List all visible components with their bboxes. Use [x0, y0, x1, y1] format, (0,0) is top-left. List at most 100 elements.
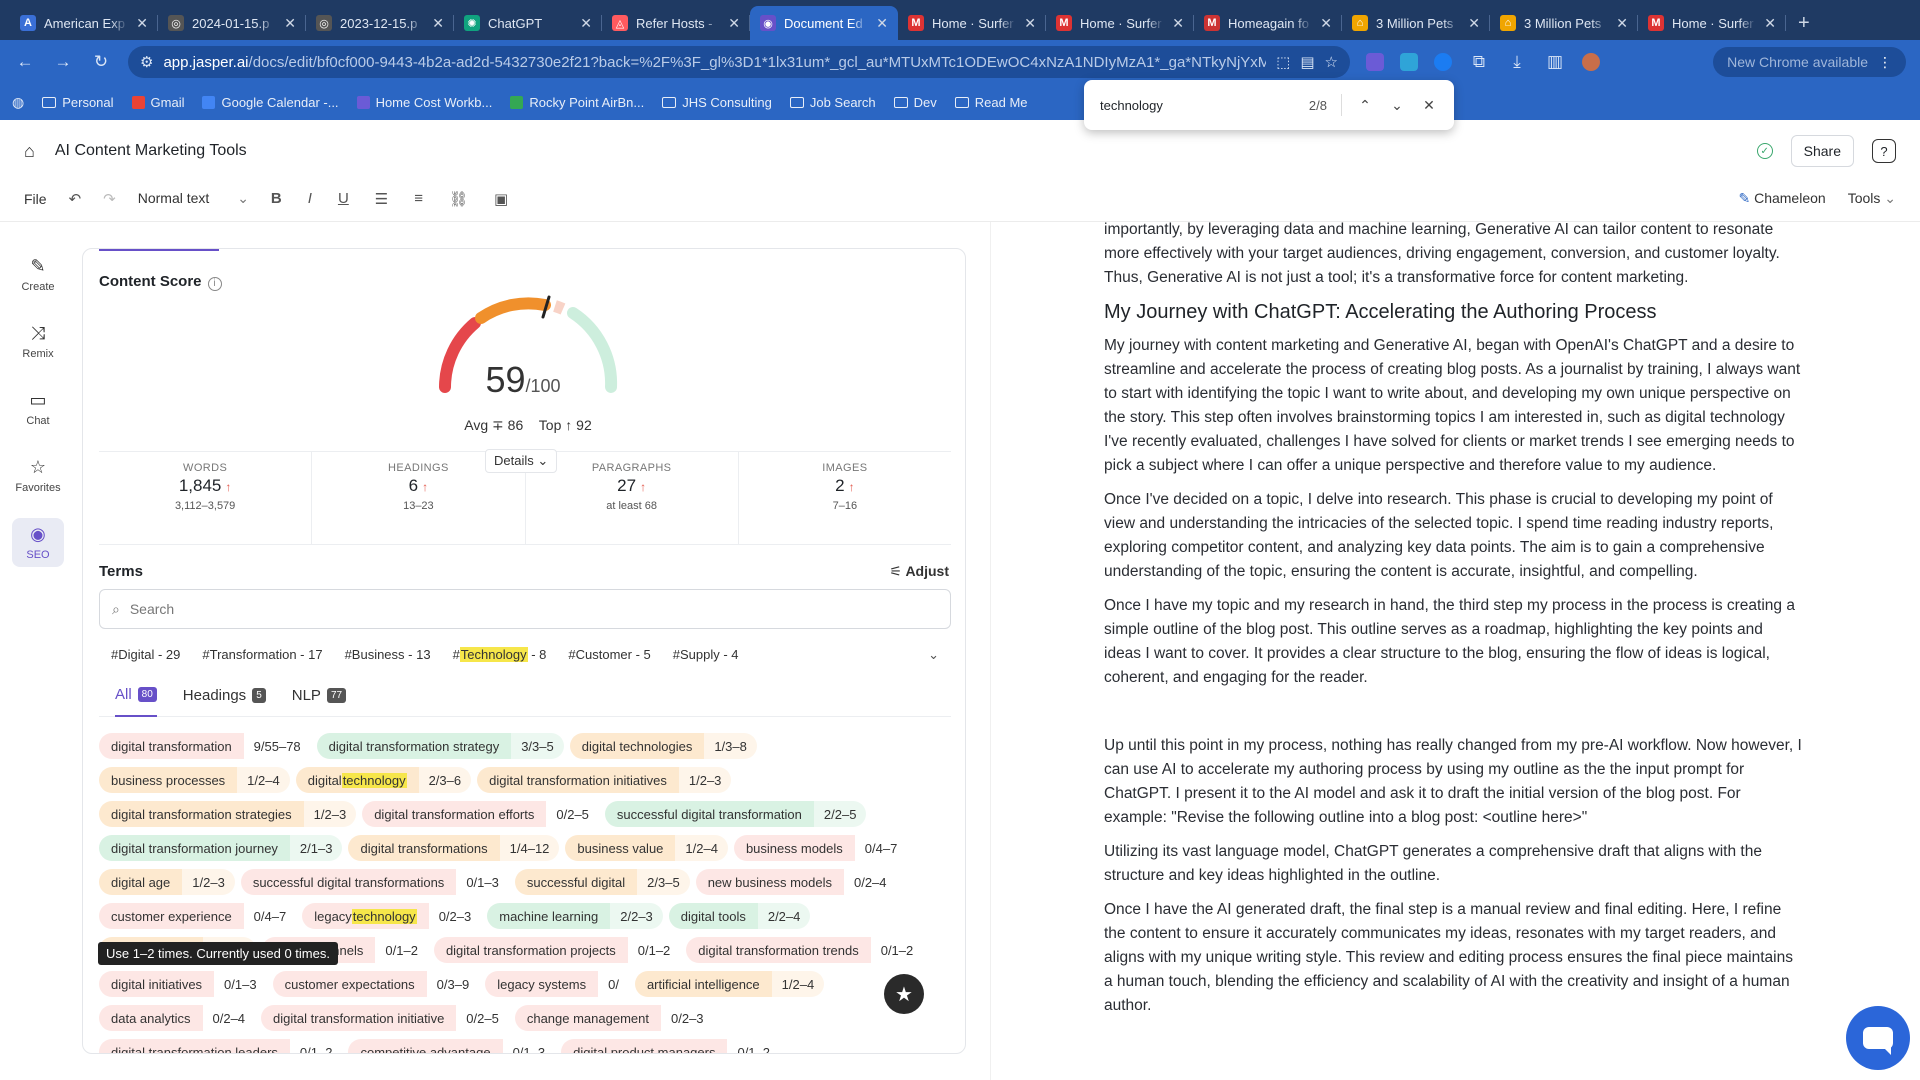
site-info-icon[interactable]: ⚙ — [140, 53, 153, 71]
bold-icon[interactable]: B — [271, 190, 282, 207]
term-chip[interactable]: legacy systems 0/ — [485, 971, 629, 997]
term-chip[interactable]: digital transformation trends 0/1–2 — [686, 937, 924, 963]
help-icon[interactable]: ? — [1872, 139, 1896, 163]
term-chip[interactable]: digital transformation projects 0/1–2 — [433, 937, 681, 963]
tab-all[interactable]: All 80 — [115, 675, 157, 717]
extensions-puzzle-icon[interactable]: ⧉ — [1468, 52, 1490, 72]
numbered-list-icon[interactable]: ≡ — [414, 190, 423, 207]
term-chip[interactable]: machine learning 2/2–3 — [487, 903, 663, 929]
adjust-button[interactable]: ⚟ Adjust — [890, 563, 950, 580]
term-chip[interactable]: digital transformation initiatives 1/2–3 — [477, 767, 732, 793]
browser-tab[interactable]: ⌂ 3 Million Pets ✕ — [1490, 6, 1638, 40]
download-icon[interactable]: ⤓ — [1506, 52, 1528, 72]
extension-icon[interactable] — [1400, 53, 1418, 71]
term-chip[interactable]: data analytics 0/2–4 — [99, 1005, 256, 1031]
tag-filter[interactable]: #Technology - 8 — [453, 647, 546, 663]
term-chip[interactable]: artificial intelligence 1/2–4 — [634, 971, 825, 997]
info-icon[interactable]: i — [207, 277, 222, 291]
tab-close-icon[interactable]: ✕ — [1024, 15, 1036, 32]
paragraph[interactable]: Once I've decided on a topic, I delve in… — [1104, 488, 1804, 584]
tab-close-icon[interactable]: ✕ — [432, 15, 444, 32]
browser-tab[interactable]: ✺ ChatGPT ✕ — [454, 6, 602, 40]
extension-icon[interactable] — [1366, 53, 1384, 71]
bookmark-item[interactable]: Dev — [893, 95, 937, 110]
term-chip[interactable]: digital age 1/2–3 — [99, 869, 235, 895]
bookmark-item[interactable]: Home Cost Workb... — [356, 95, 492, 110]
term-chip[interactable]: competitive advantage 0/1–3 — [348, 1039, 556, 1053]
address-bar[interactable]: ⚙ app.jasper.ai/docs/edit/bf0cf000-9443-… — [128, 46, 1350, 78]
profile-avatar[interactable] — [1582, 53, 1600, 71]
tag-filter[interactable]: #Transformation - 17 — [202, 647, 322, 663]
term-chip[interactable]: digital transformations 1/4–12 — [348, 835, 560, 861]
term-chip[interactable]: digital transformation strategy 3/3–5 — [316, 733, 564, 759]
term-chip[interactable]: new business models 0/2–4 — [695, 869, 897, 895]
share-button[interactable]: Share — [1790, 135, 1854, 167]
term-chip[interactable]: customer expectations 0/3–9 — [272, 971, 480, 997]
tag-filter[interactable]: #Digital - 29 — [111, 647, 180, 663]
document-title[interactable]: AI Content Marketing Tools — [55, 142, 247, 160]
paragraph[interactable]: Up until this point in my process, nothi… — [1104, 734, 1804, 830]
bookmark-item[interactable]: JHS Consulting — [662, 95, 772, 110]
term-chip[interactable]: digital transformation journey 2/1–3 — [99, 835, 343, 861]
url-text[interactable]: app.jasper.ai/docs/edit/bf0cf000-9443-4b… — [163, 54, 1266, 71]
rail-favorites[interactable]: ☆ Favorites — [12, 451, 64, 500]
tab-close-icon[interactable]: ✕ — [1320, 15, 1332, 32]
browser-tab[interactable]: ◎ 2023-12-15.p ✕ — [306, 6, 454, 40]
rail-remix[interactable]: ⤨ Remix — [12, 317, 64, 366]
rail-seo[interactable]: ◉ SEO — [12, 518, 64, 567]
sidepanel-icon[interactable]: ▥ — [1544, 52, 1566, 72]
tab-close-icon[interactable]: ✕ — [580, 15, 592, 32]
new-chrome-available-button[interactable]: New Chrome available ⋮ — [1713, 47, 1906, 77]
term-chip[interactable]: digital technology 2/3–6 — [295, 767, 472, 793]
extension-icon[interactable] — [1434, 53, 1452, 71]
paragraph[interactable]: importantly, by leveraging data and mach… — [1104, 218, 1804, 290]
paragraph[interactable]: Once I have my topic and my research in … — [1104, 594, 1804, 690]
term-chip[interactable]: digital initiatives 0/1–3 — [99, 971, 267, 997]
term-chip[interactable]: digital tools 2/2–4 — [668, 903, 811, 929]
undo-icon[interactable]: ↶ — [69, 190, 82, 208]
tab-close-icon[interactable]: ✕ — [1468, 15, 1480, 32]
term-chip[interactable]: digital transformation strategies 1/2–3 — [99, 801, 357, 827]
paragraph[interactable]: My journey with content marketing and Ge… — [1104, 334, 1804, 478]
find-icon[interactable]: ▤ — [1300, 53, 1314, 71]
tag-filter[interactable]: #Supply - 4 — [673, 647, 739, 663]
link-icon[interactable]: ⛓ — [449, 190, 468, 208]
browser-tab[interactable]: ◬ Refer Hosts - ✕ — [602, 6, 750, 40]
term-chip[interactable]: digital transformation initiative 0/2–5 — [261, 1005, 509, 1031]
term-chip[interactable]: business models 0/4–7 — [733, 835, 908, 861]
tab-close-icon[interactable]: ✕ — [284, 15, 296, 32]
empty-line[interactable] — [1104, 700, 1804, 734]
tab-close-icon[interactable]: ✕ — [136, 15, 148, 32]
term-chip[interactable]: digital transformation 9/55–78 — [99, 733, 311, 759]
term-chip[interactable]: change management 0/2–3 — [514, 1005, 714, 1031]
tab-close-icon[interactable]: ✕ — [728, 15, 740, 32]
bullet-list-icon[interactable]: ☰ — [375, 190, 388, 208]
term-chip[interactable]: successful digital transformation 2/2–5 — [604, 801, 867, 827]
image-icon[interactable]: ▣ — [494, 190, 508, 208]
bookmark-item[interactable]: Gmail — [131, 95, 184, 110]
tab-close-icon[interactable]: ✕ — [1764, 15, 1776, 32]
browser-tab[interactable]: A American Exp ✕ — [10, 6, 158, 40]
browser-tab[interactable]: M Home · Surfer ✕ — [1046, 6, 1194, 40]
chameleon-button[interactable]: ✎ Chameleon — [1738, 190, 1825, 207]
new-tab-icon[interactable]: + — [1798, 12, 1810, 35]
tab-close-icon[interactable]: ✕ — [1616, 15, 1628, 32]
forward-arrow-icon[interactable]: → — [52, 52, 74, 72]
paragraph[interactable]: Once I have the AI generated draft, the … — [1104, 898, 1804, 1018]
back-arrow-icon[interactable]: ← — [14, 52, 36, 72]
details-dropdown[interactable]: Details ⌄ — [485, 449, 558, 473]
term-chip[interactable]: business value 1/2–4 — [565, 835, 728, 861]
browser-tab[interactable]: ◎ 2024-01-15.p ✕ — [158, 6, 306, 40]
tab-close-icon[interactable]: ✕ — [1172, 15, 1184, 32]
favorite-star-button[interactable]: ★ — [884, 974, 924, 1014]
find-next-icon[interactable]: ⌄ — [1388, 97, 1406, 114]
term-chip[interactable]: digital transformation leaders 0/1–2 — [99, 1039, 343, 1053]
term-chip[interactable]: legacy technology 0/2–3 — [302, 903, 482, 929]
reload-icon[interactable]: ↻ — [90, 52, 112, 72]
tools-menu[interactable]: Tools ⌄ — [1848, 190, 1896, 207]
bookmark-star-icon[interactable]: ☆ — [1325, 53, 1338, 71]
globe-icon[interactable]: ◍ — [12, 94, 24, 111]
term-chip[interactable]: successful digital 2/3–5 — [514, 869, 690, 895]
browser-tab[interactable]: M Home · Surfer ✕ — [898, 6, 1046, 40]
rail-chat[interactable]: ▭ Chat — [12, 384, 64, 433]
